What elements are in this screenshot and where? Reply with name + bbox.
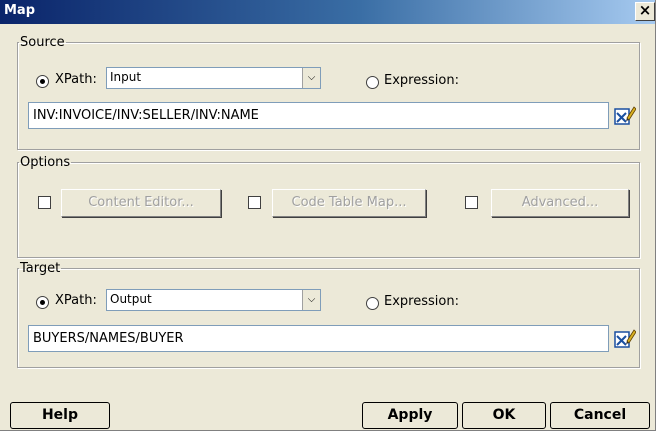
target-path-field[interactable]: BUYERS/NAMES/BUYER (28, 325, 609, 352)
content-editor-checkbox[interactable] (38, 196, 51, 209)
target-expression-radio[interactable] (366, 297, 379, 310)
source-expression-label[interactable]: Expression: (384, 73, 459, 88)
source-xpath-label[interactable]: XPath: (55, 72, 97, 87)
close-icon: × (638, 1, 652, 19)
edit-xpath-icon[interactable] (614, 327, 636, 349)
edit-xpath-icon[interactable] (614, 104, 636, 126)
source-legend: Source (20, 35, 65, 50)
close-button[interactable]: × (635, 2, 655, 21)
apply-button[interactable]: Apply (362, 402, 458, 429)
advanced-button[interactable]: Advanced... (491, 189, 629, 217)
help-button[interactable]: Help (10, 402, 110, 429)
source-xpath-combo-value: Input (110, 70, 142, 84)
map-dialog: Map × Source XPath: Input ⌵ Expression: … (0, 0, 656, 431)
source-xpath-radio[interactable] (36, 75, 49, 88)
code-table-map-button[interactable]: Code Table Map... (272, 189, 426, 217)
cancel-button[interactable]: Cancel (550, 402, 650, 429)
title-bar[interactable]: Map × (0, 0, 655, 24)
target-xpath-radio[interactable] (36, 296, 49, 309)
target-xpath-label[interactable]: XPath: (55, 293, 97, 308)
source-path-field[interactable]: INV:INVOICE/INV:SELLER/INV:NAME (28, 102, 609, 129)
content-editor-button[interactable]: Content Editor... (61, 189, 221, 217)
options-legend: Options (20, 155, 71, 170)
target-expression-label[interactable]: Expression: (384, 294, 459, 309)
chevron-down-icon[interactable]: ⌵ (302, 290, 320, 310)
dialog-title: Map (4, 3, 36, 18)
advanced-checkbox[interactable] (465, 196, 478, 209)
source-expression-radio[interactable] (366, 76, 379, 89)
chevron-down-icon[interactable]: ⌵ (302, 68, 320, 88)
code-table-map-checkbox[interactable] (248, 196, 261, 209)
target-legend: Target (20, 261, 61, 276)
ok-button[interactable]: OK (462, 402, 546, 429)
source-xpath-combo[interactable]: Input ⌵ (106, 67, 321, 89)
source-group: Source (17, 35, 640, 150)
target-xpath-combo-value: Output (110, 292, 152, 306)
target-xpath-combo[interactable]: Output ⌵ (106, 289, 321, 311)
